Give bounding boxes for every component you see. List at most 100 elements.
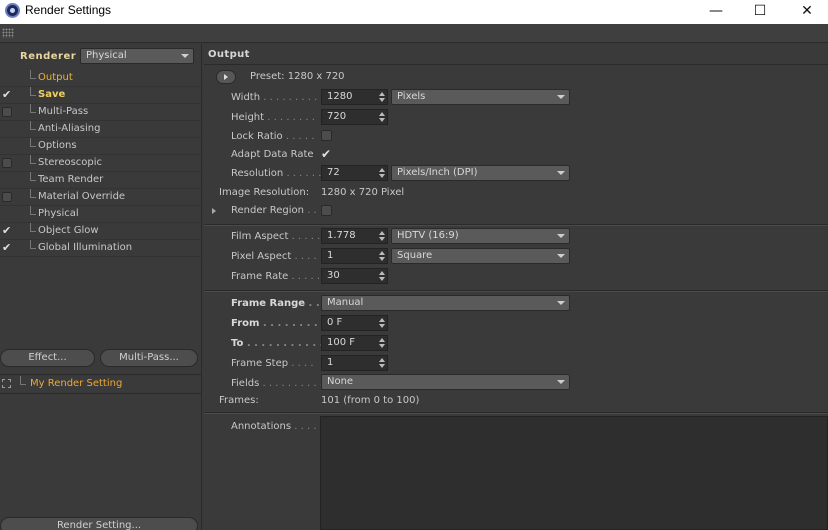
chevron-down-icon: [557, 171, 565, 175]
film-aspect-input[interactable]: 1.778: [321, 228, 388, 244]
from-label: From . . . . . . . . . .: [231, 318, 333, 329]
minimize-button[interactable]: —: [693, 0, 739, 24]
checkmark-icon[interactable]: ✔: [2, 242, 12, 253]
divider: [204, 225, 828, 226]
tree-item-global-illumination[interactable]: ✔ Global Illumination: [0, 240, 202, 257]
renderer-dropdown[interactable]: Physical: [80, 48, 194, 64]
tree-item-options[interactable]: Options: [0, 138, 202, 155]
render-settings-list: [0, 393, 202, 513]
pixel-aspect-dropdown[interactable]: Square: [391, 248, 570, 264]
height-label: Height . . . . . . . .: [231, 112, 315, 123]
multi-pass-button[interactable]: Multi-Pass...: [100, 349, 198, 367]
spinner-icon[interactable]: [379, 251, 385, 261]
spinner-icon[interactable]: [379, 358, 385, 368]
render-setting-button[interactable]: Render Setting...: [0, 517, 198, 530]
adapt-data-rate-checkbox[interactable]: ✔: [321, 148, 331, 160]
spinner-icon[interactable]: [379, 92, 385, 102]
render-region-checkbox[interactable]: [321, 205, 332, 216]
tree-connector: [30, 70, 36, 79]
tree-item-object-glow[interactable]: ✔ Object Glow: [0, 223, 202, 240]
tree-item-material-override[interactable]: Material Override: [0, 189, 202, 206]
frame-step-input[interactable]: 1: [321, 355, 388, 371]
renderer-label: Renderer: [20, 51, 77, 62]
lock-ratio-checkbox[interactable]: [321, 130, 332, 141]
renderer-value: Physical: [86, 50, 127, 61]
frames-label: Frames:: [219, 395, 259, 406]
film-aspect-dropdown[interactable]: HDTV (16:9): [391, 228, 570, 244]
render-setting-item[interactable]: My Render Setting: [0, 374, 202, 392]
effect-button[interactable]: Effect...: [0, 349, 95, 367]
annotations-label: Annotations . . . .: [231, 421, 317, 432]
width-label: Width . . . . . . . . .: [231, 92, 318, 103]
preset-menu-button[interactable]: [216, 70, 236, 84]
output-panel: Output Preset: 1280 x 720 Width . . . . …: [204, 44, 828, 530]
tree-item-team-render[interactable]: Team Render: [0, 172, 202, 189]
tree-item-label: Options: [38, 140, 77, 151]
pixel-aspect-input[interactable]: 1: [321, 248, 388, 264]
to-input[interactable]: 100 F: [321, 335, 388, 351]
tree-item-physical[interactable]: Physical: [0, 206, 202, 223]
spinner-icon[interactable]: [379, 318, 385, 328]
fields-label: Fields . . . . . . . . . .: [231, 378, 323, 389]
tree-item-output[interactable]: Output: [0, 70, 202, 87]
resolution-input[interactable]: 72: [321, 165, 388, 181]
tree-item-label: Team Render: [38, 174, 104, 185]
expand-icon[interactable]: [2, 379, 11, 388]
frame-range-label: Frame Range . .: [231, 298, 320, 309]
height-input[interactable]: 720: [321, 109, 388, 125]
preset-label: Preset: 1280 x 720: [250, 71, 345, 82]
settings-tree: Output ✔ Save Multi-Pass Anti-Aliasing O…: [0, 70, 202, 257]
tree-item-label: Physical: [38, 208, 79, 219]
spinner-icon[interactable]: [379, 168, 385, 178]
checkbox-stereoscopic[interactable]: [2, 158, 12, 168]
image-resolution-label: Image Resolution:: [219, 187, 310, 198]
chevron-down-icon: [557, 301, 565, 305]
from-input[interactable]: 0 F: [321, 315, 388, 331]
tree-connector: [30, 172, 36, 181]
renderer-row: Renderer Physical: [0, 46, 202, 66]
frame-rate-label: Frame Rate . . . . .: [231, 271, 321, 282]
checkmark-icon[interactable]: ✔: [2, 89, 12, 100]
chevron-down-icon: [557, 95, 565, 99]
menu-strip: [0, 24, 828, 43]
left-panel: Renderer Physical Output ✔ Save Multi-Pa…: [0, 44, 202, 530]
tree-item-multi-pass[interactable]: Multi-Pass: [0, 104, 202, 121]
resolution-unit-dropdown[interactable]: Pixels/Inch (DPI): [391, 165, 570, 181]
grip-icon[interactable]: [2, 28, 14, 38]
width-unit-dropdown[interactable]: Pixels: [391, 89, 570, 105]
render-setting-name: My Render Setting: [30, 378, 123, 389]
spinner-icon[interactable]: [379, 271, 385, 281]
tree-item-label: Multi-Pass: [38, 106, 89, 117]
tree-item-label: Object Glow: [38, 225, 99, 236]
tree-item-label: Global Illumination: [38, 242, 133, 253]
tree-connector: [30, 223, 36, 232]
divider: [204, 291, 828, 292]
spinner-icon[interactable]: [379, 338, 385, 348]
fields-dropdown[interactable]: None: [321, 374, 570, 390]
spinner-icon[interactable]: [379, 112, 385, 122]
tree-item-label: Save: [38, 89, 66, 100]
close-button[interactable]: ✕: [784, 0, 828, 24]
tree-item-anti-aliasing[interactable]: Anti-Aliasing: [0, 121, 202, 138]
film-aspect-label: Film Aspect . . . . .: [231, 231, 321, 242]
tree-item-label: Material Override: [38, 191, 126, 202]
tree-item-label: Output: [38, 72, 73, 83]
checkbox-material-override[interactable]: [2, 192, 12, 202]
pixel-aspect-label: Pixel Aspect . . . .: [231, 251, 317, 262]
frame-range-dropdown[interactable]: Manual: [321, 295, 570, 311]
checkbox-multi-pass[interactable]: [2, 107, 12, 117]
section-header: Output: [208, 49, 250, 60]
maximize-button[interactable]: ☐: [737, 0, 783, 24]
spinner-icon[interactable]: [379, 231, 385, 241]
annotations-textarea[interactable]: [320, 416, 828, 530]
adapt-data-rate-label: Adapt Data Rate: [231, 149, 314, 160]
frame-rate-input[interactable]: 30: [321, 268, 388, 284]
tree-item-save[interactable]: ✔ Save: [0, 87, 202, 104]
tree-connector: [20, 376, 26, 385]
width-input[interactable]: 1280: [321, 89, 388, 105]
window-title: Render Settings: [25, 3, 112, 17]
expand-arrow-icon[interactable]: [212, 208, 216, 214]
checkmark-icon[interactable]: ✔: [2, 225, 12, 236]
tree-item-stereoscopic[interactable]: Stereoscopic: [0, 155, 202, 172]
tree-connector: [30, 240, 36, 249]
